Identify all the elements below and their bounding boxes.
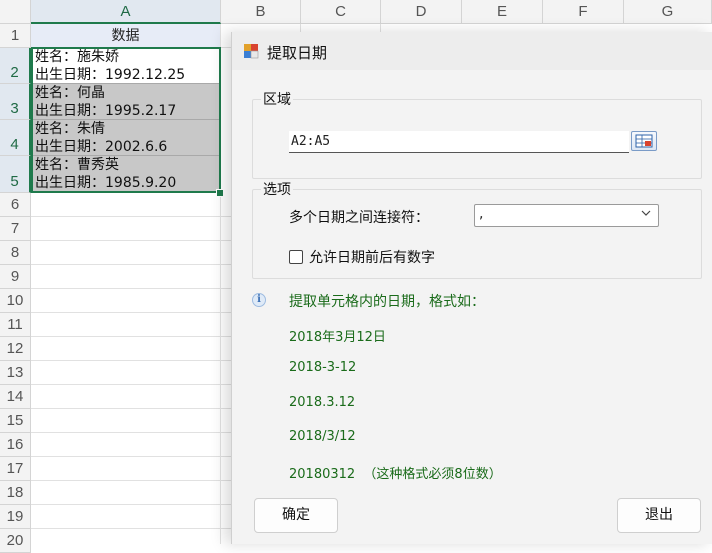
row-header-2[interactable]: 2 xyxy=(0,48,31,84)
app-icon xyxy=(244,44,259,59)
cell-a1[interactable]: 数据 xyxy=(31,24,220,48)
row-header-12[interactable]: 12 xyxy=(0,337,31,361)
dialog-titlebar[interactable]: 提取日期 xyxy=(232,32,712,70)
column-header-e[interactable]: E xyxy=(462,0,543,24)
range-input[interactable]: A2:A5 xyxy=(289,131,629,153)
ok-button[interactable]: 确定 xyxy=(254,498,338,533)
row-header-1[interactable]: 1 xyxy=(0,24,31,48)
row-header-20[interactable]: 20 xyxy=(0,529,31,553)
row-header-6[interactable]: 6 xyxy=(0,193,31,217)
exit-button[interactable]: 退出 xyxy=(617,498,701,533)
chevron-down-icon xyxy=(641,210,651,216)
row-header-3[interactable]: 3 xyxy=(0,84,31,120)
example-format: 20180312 （这种格式必须8位数） xyxy=(289,467,502,482)
example-format: 2018/3/12 xyxy=(289,429,356,444)
row-header-7[interactable]: 7 xyxy=(0,217,31,241)
separator-label: 多个日期之间连接符： xyxy=(289,210,429,226)
row-header-18[interactable]: 18 xyxy=(0,481,31,505)
example-format: 2018.3.12 xyxy=(289,395,356,410)
row-header-11[interactable]: 11 xyxy=(0,313,31,337)
fill-handle[interactable] xyxy=(216,189,224,197)
row-header-5[interactable]: 5 xyxy=(0,156,31,193)
options-group-label: 选项 xyxy=(261,179,293,199)
column-header-b[interactable]: B xyxy=(221,0,301,24)
dialog-title: 提取日期 xyxy=(267,44,328,62)
column-header-f[interactable]: F xyxy=(543,0,624,24)
separator-select-value: , xyxy=(479,206,484,222)
row-header-10[interactable]: 10 xyxy=(0,289,31,313)
row-header-4[interactable]: 4 xyxy=(0,120,31,156)
example-format: 2018-3-12 xyxy=(289,360,357,375)
column-header-d[interactable]: D xyxy=(381,0,462,24)
allow-digits-label[interactable]: 允许日期前后有数字 xyxy=(309,247,435,267)
example-format: 2018年3月12日 xyxy=(289,330,386,345)
row-header-9[interactable]: 9 xyxy=(0,265,31,289)
column-header-g[interactable]: G xyxy=(624,0,712,24)
info-icon: i xyxy=(252,293,266,307)
column-header-a[interactable]: A xyxy=(31,0,221,24)
range-select-icon xyxy=(635,134,653,148)
column-header-c[interactable]: C xyxy=(301,0,381,24)
info-title: 提取单元格内的日期，格式如： xyxy=(289,294,485,310)
separator-select[interactable]: , xyxy=(474,204,659,227)
row-header-19[interactable]: 19 xyxy=(0,505,31,529)
range-group-label: 区域 xyxy=(261,89,293,109)
allow-digits-checkbox[interactable] xyxy=(289,250,303,264)
row-header-15[interactable]: 15 xyxy=(0,409,31,433)
selection-border xyxy=(31,47,221,193)
range-picker-button[interactable] xyxy=(631,131,657,151)
row-header-14[interactable]: 14 xyxy=(0,385,31,409)
extract-date-dialog: 提取日期 区域 A2:A5 选项 多个日期之间连接符： , 允许日期前后有数字 … xyxy=(231,32,712,544)
row-header-17[interactable]: 17 xyxy=(0,457,31,481)
row-header-13[interactable]: 13 xyxy=(0,361,31,385)
select-all-corner[interactable] xyxy=(0,0,31,24)
row-header-16[interactable]: 16 xyxy=(0,433,31,457)
row-header-8[interactable]: 8 xyxy=(0,241,31,265)
